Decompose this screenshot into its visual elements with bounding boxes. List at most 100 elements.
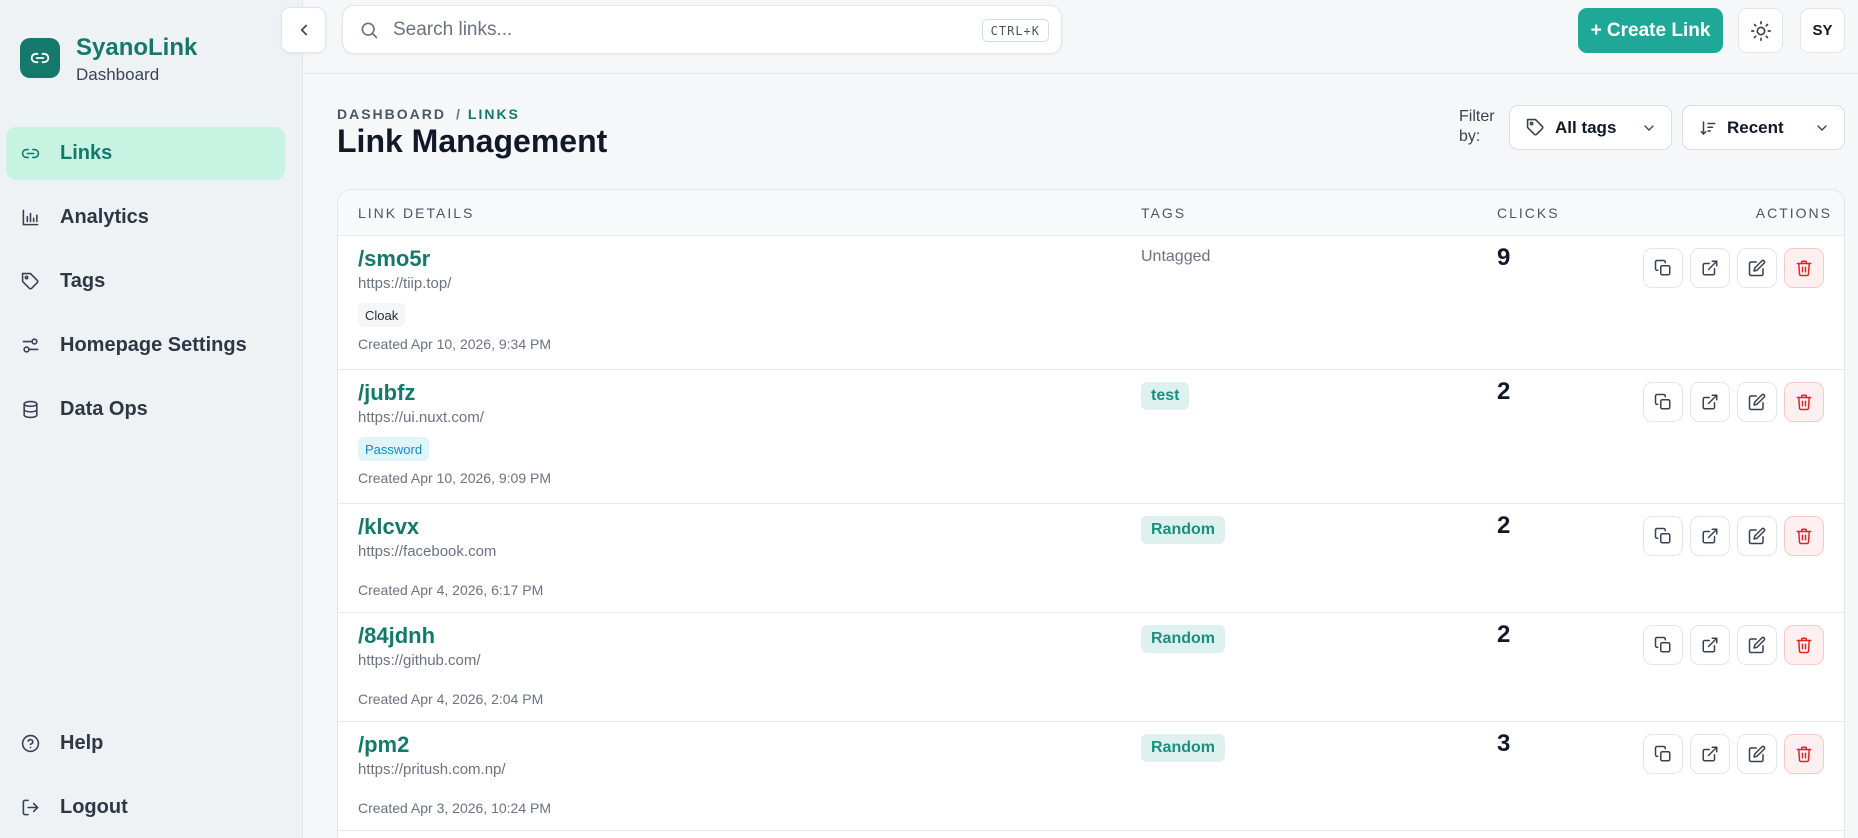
sidebar: SyanoLink Dashboard Links Analytics Tags xyxy=(0,0,303,838)
click-count: 2 xyxy=(1497,512,1511,539)
sort-icon xyxy=(1699,119,1717,137)
edit-icon xyxy=(1748,527,1766,545)
sidebar-item-homepage-settings[interactable]: Homepage Settings xyxy=(6,319,285,372)
row-actions xyxy=(1643,625,1824,665)
click-count: 2 xyxy=(1497,621,1511,648)
breadcrumb-root[interactable]: DASHBOARD xyxy=(337,106,446,122)
theme-toggle-button[interactable] xyxy=(1738,8,1783,53)
destination-url: https://tiip.top/ xyxy=(358,275,452,292)
edit-link-button[interactable] xyxy=(1737,382,1777,422)
copy-link-button[interactable] xyxy=(1643,516,1683,556)
open-link-button[interactable] xyxy=(1690,625,1730,665)
database-icon xyxy=(20,400,40,420)
breadcrumb: DASHBOARD / LINKS xyxy=(337,106,520,122)
row-actions xyxy=(1643,516,1824,556)
sidebar-item-data-ops[interactable]: Data Ops xyxy=(6,383,285,436)
tag-badge[interactable]: Random xyxy=(1141,625,1225,653)
copy-link-button[interactable] xyxy=(1643,248,1683,288)
short-link[interactable]: /pm2 xyxy=(358,732,409,758)
delete-link-button[interactable] xyxy=(1784,734,1824,774)
brand[interactable]: SyanoLink Dashboard xyxy=(20,34,197,86)
copy-icon xyxy=(1654,636,1672,654)
edit-link-button[interactable] xyxy=(1737,625,1777,665)
copy-link-button[interactable] xyxy=(1643,382,1683,422)
short-link[interactable]: /smo5r xyxy=(358,246,430,272)
tag-icon xyxy=(20,272,40,292)
row-actions xyxy=(1643,248,1824,288)
sort-value: Recent xyxy=(1727,117,1784,137)
edit-icon xyxy=(1748,745,1766,763)
chevron-left-icon xyxy=(300,24,307,36)
sidebar-item-label: Tags xyxy=(60,270,106,292)
link-icon xyxy=(20,144,40,164)
destination-url: https://pritush.com.np/ xyxy=(358,761,506,778)
tag-badge[interactable]: test xyxy=(1141,382,1190,410)
edit-link-button[interactable] xyxy=(1737,248,1777,288)
external-link-icon xyxy=(1701,636,1719,654)
created-timestamp: Created Apr 3, 2026, 10:24 PM xyxy=(358,800,552,816)
sidebar-item-tags[interactable]: Tags xyxy=(6,255,285,308)
copy-link-button[interactable] xyxy=(1643,625,1683,665)
table-row: /smo5r https://tiip.top/Cloak Created Apr … xyxy=(338,236,1844,370)
edit-icon xyxy=(1748,636,1766,654)
delete-link-button[interactable] xyxy=(1784,625,1824,665)
copy-icon xyxy=(1654,393,1672,411)
delete-link-button[interactable] xyxy=(1784,516,1824,556)
table-row: /pm2 https://pritush.com.np/Created Apr 3… xyxy=(338,722,1844,831)
tag-badge[interactable]: Random xyxy=(1141,734,1225,762)
row-actions xyxy=(1643,734,1824,774)
delete-link-button[interactable] xyxy=(1784,382,1824,422)
sidebar-item-label: Analytics xyxy=(60,206,149,228)
destination-url: https://facebook.com xyxy=(358,543,497,560)
short-link[interactable]: /jubfz xyxy=(358,380,415,406)
sidebar-item-label: Data Ops xyxy=(60,398,148,420)
row-actions xyxy=(1643,382,1824,422)
tag-icon xyxy=(1526,118,1545,137)
create-link-button[interactable]: + Create Link xyxy=(1578,8,1723,53)
tag-badge[interactable]: Random xyxy=(1141,516,1225,544)
breadcrumb-current: LINKS xyxy=(467,106,520,122)
brand-subtitle: Dashboard xyxy=(76,65,160,84)
short-link[interactable]: /klcvx xyxy=(358,514,419,540)
copy-link-button[interactable] xyxy=(1643,734,1683,774)
delete-link-button[interactable] xyxy=(1784,248,1824,288)
edit-link-button[interactable] xyxy=(1737,734,1777,774)
sun-icon xyxy=(1750,20,1771,41)
search-input[interactable] xyxy=(393,18,953,41)
external-link-icon xyxy=(1701,745,1719,763)
sidebar-item-logout[interactable]: Logout xyxy=(6,781,285,834)
copy-icon xyxy=(1654,745,1672,763)
tags-filter-select[interactable]: All tags xyxy=(1509,105,1672,150)
column-header-clicks: CLICKS xyxy=(1497,205,1560,221)
edit-link-button[interactable] xyxy=(1737,516,1777,556)
open-link-button[interactable] xyxy=(1690,248,1730,288)
sidebar-item-analytics[interactable]: Analytics xyxy=(6,191,285,244)
chevron-down-icon xyxy=(1817,125,1827,131)
short-link[interactable]: /84jdnh xyxy=(358,623,435,649)
search-icon xyxy=(361,22,378,38)
sidebar-item-label: Logout xyxy=(60,796,128,818)
external-link-icon xyxy=(1701,527,1719,545)
sidebar-item-label: Help xyxy=(60,732,104,754)
trash-icon xyxy=(1795,636,1813,654)
chevron-down-icon xyxy=(1644,125,1654,131)
trash-icon xyxy=(1795,527,1813,545)
open-link-button[interactable] xyxy=(1690,382,1730,422)
sidebar-item-links[interactable]: Links xyxy=(6,127,285,180)
avatar[interactable]: SY xyxy=(1800,8,1845,53)
collapse-sidebar-button[interactable] xyxy=(281,7,326,53)
untagged-label: Untagged xyxy=(1141,248,1211,265)
open-link-button[interactable] xyxy=(1690,734,1730,774)
brand-name: SyanoLink xyxy=(76,34,198,61)
column-header-link-details: LINK DETAILS xyxy=(358,205,475,221)
column-header-tags: TAGS xyxy=(1141,205,1187,221)
copy-icon xyxy=(1654,527,1672,545)
external-link-icon xyxy=(1701,259,1719,277)
brand-logo-icon xyxy=(20,38,60,78)
copy-icon xyxy=(1654,259,1672,277)
table-row: /84jdnh https://github.com/Created Apr 4,… xyxy=(338,613,1844,722)
sidebar-item-help[interactable]: Help xyxy=(6,717,285,770)
open-link-button[interactable] xyxy=(1690,516,1730,556)
search-bar[interactable]: CTRL+K xyxy=(342,5,1062,54)
sort-select[interactable]: Recent xyxy=(1682,105,1845,150)
